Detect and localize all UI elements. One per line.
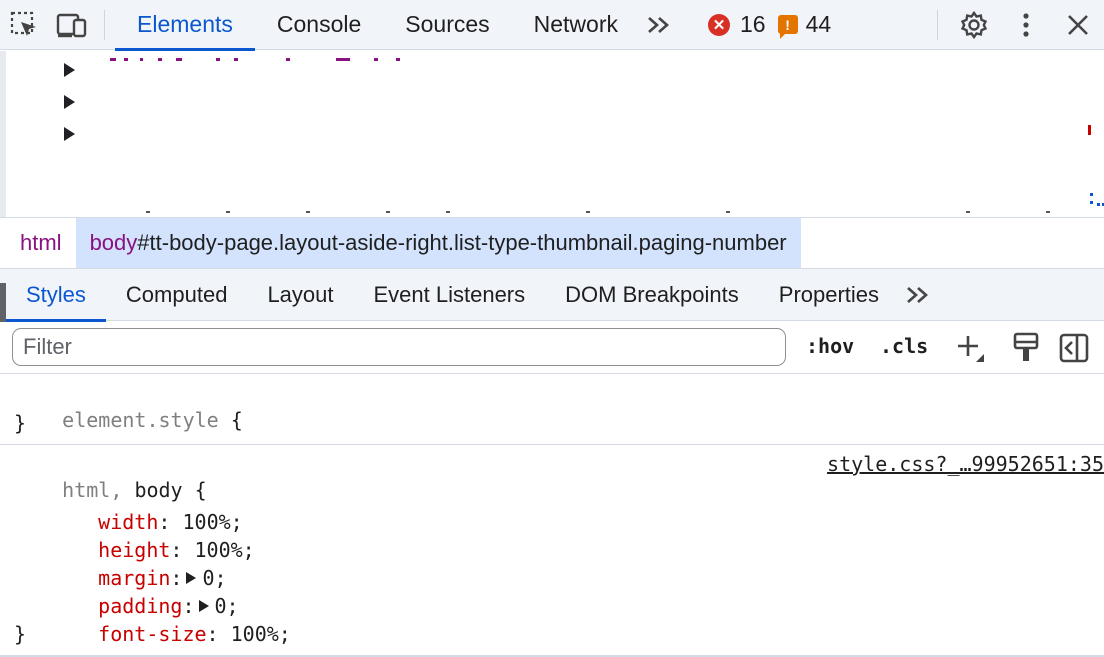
dom-node-expand-icon[interactable] [64, 95, 84, 115]
html-body-rule[interactable]: html, body { style.css?_…99952651:35 wid… [0, 446, 1104, 657]
error-count-badge[interactable]: ✕ 16 [708, 11, 766, 38]
styles-subtabs: Styles Computed Layout Event Listeners D… [0, 268, 1104, 323]
more-subtabs-chevron-icon[interactable] [899, 270, 939, 320]
cls-toggle-button[interactable]: .cls [880, 334, 928, 358]
element-style-rule[interactable]: element.style { } [0, 374, 1104, 445]
more-vert-icon[interactable] [1000, 0, 1052, 50]
css-declaration-margin[interactable]: margin: 0; [50, 536, 226, 590]
issues-counter[interactable]: ✕ 16 ! 44 [708, 11, 843, 39]
error-icon: ✕ [708, 13, 730, 36]
dom-node-expand-icon[interactable] [64, 63, 84, 83]
toolbar-divider [104, 9, 105, 40]
tab-layout[interactable]: Layout [247, 269, 353, 321]
styles-filter-input[interactable] [12, 328, 786, 366]
css-declaration-height[interactable]: height: 100%; [50, 508, 255, 562]
tab-styles[interactable]: Styles [0, 269, 106, 322]
rendering-emulation-icon[interactable] [1008, 330, 1044, 366]
warning-count-badge[interactable]: ! 44 [777, 11, 832, 39]
tab-sources[interactable]: Sources [383, 0, 511, 50]
toggle-sidebar-icon[interactable] [1056, 330, 1092, 366]
dom-tree-panel[interactable] [0, 51, 1104, 217]
breadcrumb-tag: body [89, 230, 138, 255]
dom-link-fragment [1088, 191, 1104, 211]
rule-source-link[interactable]: style.css?_…99952651:35 [827, 452, 1104, 476]
dom-node-clipped [106, 58, 426, 64]
warning-icon: ! [777, 15, 798, 39]
tab-console[interactable]: Console [255, 0, 383, 50]
tab-elements[interactable]: Elements [115, 0, 255, 51]
error-count: 16 [740, 11, 766, 37]
breadcrumb-item-html[interactable]: html [0, 218, 76, 268]
dom-node-clipped-bottom [146, 209, 1096, 215]
rule-header: element.style { [14, 378, 243, 432]
toolbar-divider-right [937, 10, 938, 40]
css-property-name[interactable]: font-size [98, 622, 206, 646]
settings-icon[interactable] [948, 0, 1000, 50]
tab-properties[interactable]: Properties [759, 269, 899, 321]
tab-event-listeners[interactable]: Event Listeners [354, 269, 546, 321]
warning-count: 44 [805, 11, 832, 37]
more-tabs-chevron-icon[interactable] [640, 0, 680, 50]
dom-node-expand-icon[interactable] [64, 127, 84, 147]
css-property-value[interactable]: 100%; [231, 622, 291, 646]
hov-toggle-button[interactable]: :hov [806, 334, 854, 358]
rule-close-brace: } [14, 622, 27, 646]
breadcrumb-tag: html [20, 230, 62, 255]
css-declaration-width[interactable]: width: 100%; [50, 480, 243, 534]
dom-attribute-fragment [1088, 125, 1091, 135]
rule-header: html, body { [14, 448, 207, 502]
tab-dom-breakpoints[interactable]: DOM Breakpoints [545, 269, 759, 321]
inspect-element-icon[interactable] [0, 0, 48, 50]
close-icon[interactable] [1052, 0, 1104, 50]
breadcrumb-selector: #tt-body-page.layout-aside-right.list-ty… [137, 230, 787, 255]
rule-open-brace: { [230, 408, 243, 432]
css-declaration-padding[interactable]: padding: 0; [50, 564, 238, 618]
rule-selector: element.style [62, 408, 219, 432]
breadcrumb: html body #tt-body-page.layout-aside-righ… [0, 217, 1104, 268]
rule-close-brace: } [14, 411, 27, 435]
device-toolbar-icon[interactable] [48, 0, 96, 50]
breadcrumb-item-body[interactable]: body #tt-body-page.layout-aside-right.lis… [75, 218, 801, 268]
tab-network[interactable]: Network [512, 0, 640, 50]
devtools-toolbar: Elements Console Sources Network ✕ 16 ! … [0, 0, 1104, 51]
tab-computed[interactable]: Computed [106, 269, 248, 321]
css-declaration-font-size[interactable]: font-size: 100%; [50, 592, 291, 646]
styles-filter-bar: :hov .cls [0, 322, 1104, 374]
new-style-rule-icon[interactable] [952, 330, 988, 366]
